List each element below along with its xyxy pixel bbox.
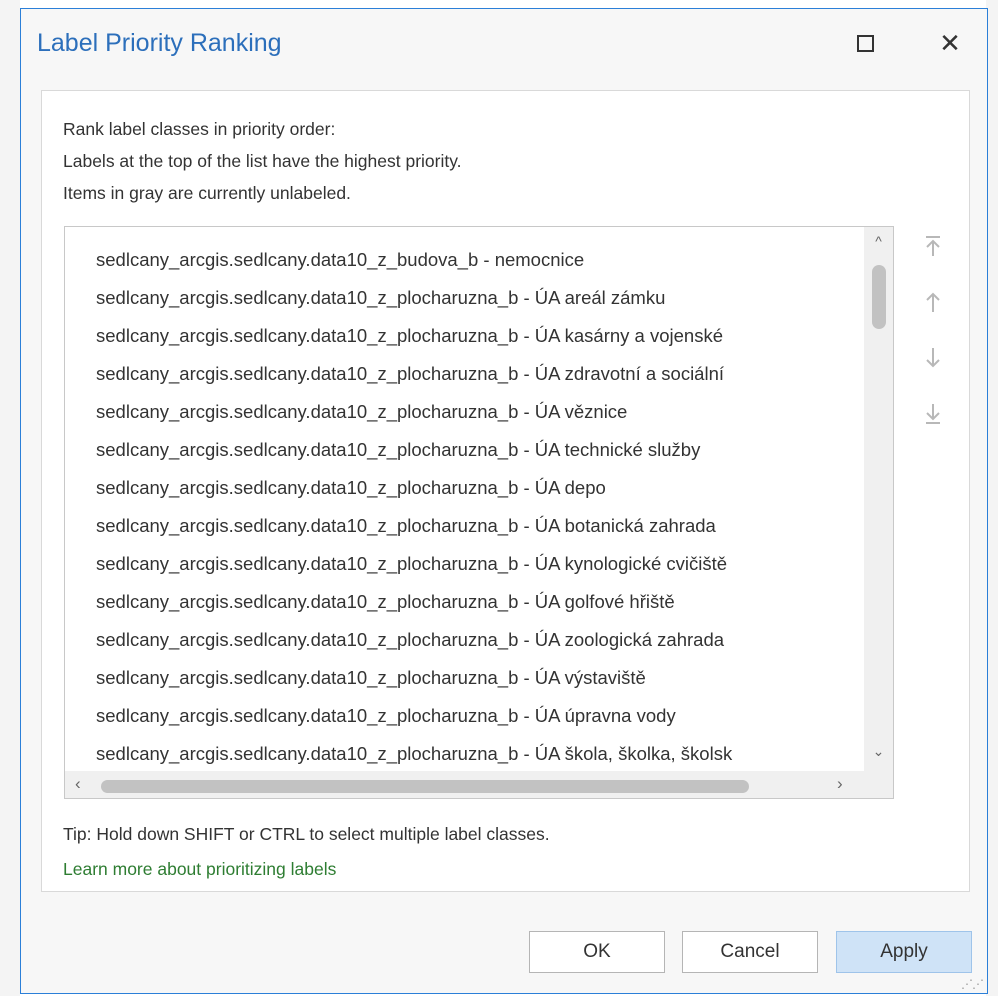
list-item[interactable]: sedlcany_arcgis.sedlcany.data10_z_plocha… xyxy=(96,469,606,507)
vertical-scrollbar[interactable]: ^ ⌄ xyxy=(864,227,893,771)
cancel-button[interactable]: Cancel xyxy=(682,931,818,973)
move-to-top-icon xyxy=(926,236,940,256)
list-item[interactable]: sedlcany_arcgis.sedlcany.data10_z_plocha… xyxy=(96,317,723,355)
list-item[interactable]: sedlcany_arcgis.sedlcany.data10_z_plocha… xyxy=(96,355,724,393)
move-to-bottom-button[interactable] xyxy=(918,399,948,429)
move-to-bottom-icon xyxy=(926,404,940,424)
resize-grip-icon[interactable]: ⋰⋰ xyxy=(961,977,984,991)
maximize-button[interactable] xyxy=(843,21,887,65)
move-down-icon xyxy=(926,348,940,368)
list-item[interactable]: sedlcany_arcgis.sedlcany.data10_z_plocha… xyxy=(96,393,627,431)
vertical-scroll-thumb[interactable] xyxy=(872,265,886,329)
list-item[interactable]: sedlcany_arcgis.sedlcany.data10_z_plocha… xyxy=(96,507,716,545)
instruction-line-1: Rank label classes in priority order: xyxy=(63,119,336,139)
list-item[interactable]: sedlcany_arcgis.sedlcany.data10_z_plocha… xyxy=(96,431,700,469)
scroll-right-icon[interactable]: › xyxy=(837,774,843,794)
close-icon: ✕ xyxy=(939,28,961,58)
label-priority-dialog: Label Priority Ranking ✕ Rank label clas… xyxy=(20,8,988,994)
scroll-down-icon[interactable]: ⌄ xyxy=(864,743,893,760)
dialog-titlebar[interactable]: Label Priority Ranking ✕ xyxy=(21,9,987,79)
move-up-button[interactable] xyxy=(918,287,948,317)
list-item[interactable]: sedlcany_arcgis.sedlcany.data10_z_plocha… xyxy=(96,279,665,317)
scroll-left-icon[interactable]: ‹ xyxy=(75,774,81,794)
list-item[interactable]: sedlcany_arcgis.sedlcany.data10_z_plocha… xyxy=(96,697,676,735)
list-item[interactable]: sedlcany_arcgis.sedlcany.data10_z_plocha… xyxy=(96,621,724,659)
learn-more-link[interactable]: Learn more about prioritizing labels xyxy=(63,859,336,880)
label-class-list[interactable]: sedlcany_arcgis.sedlcany.data10_z_budova… xyxy=(64,226,894,799)
list-item[interactable]: sedlcany_arcgis.sedlcany.data10_z_budova… xyxy=(96,241,584,279)
list-item[interactable]: sedlcany_arcgis.sedlcany.data10_z_plocha… xyxy=(96,545,727,583)
list-item[interactable]: sedlcany_arcgis.sedlcany.data10_z_plocha… xyxy=(96,583,675,621)
horizontal-scrollbar[interactable]: ‹ › xyxy=(65,771,893,798)
move-down-button[interactable] xyxy=(918,343,948,373)
list-items-viewport: sedlcany_arcgis.sedlcany.data10_z_budova… xyxy=(65,227,863,771)
dialog-title: Label Priority Ranking xyxy=(37,29,282,57)
move-up-icon xyxy=(926,292,940,312)
horizontal-scroll-thumb[interactable] xyxy=(101,780,749,793)
ok-button[interactable]: OK xyxy=(529,931,665,973)
instruction-line-2: Labels at the top of the list have the h… xyxy=(63,151,462,171)
apply-button[interactable]: Apply xyxy=(836,931,972,973)
list-item[interactable]: sedlcany_arcgis.sedlcany.data10_z_plocha… xyxy=(96,659,646,697)
list-item[interactable]: sedlcany_arcgis.sedlcany.data10_z_plocha… xyxy=(96,735,732,771)
scroll-up-icon[interactable]: ^ xyxy=(864,233,893,249)
tip-text: Tip: Hold down SHIFT or CTRL to select m… xyxy=(63,824,550,844)
background-app-left xyxy=(0,0,20,996)
maximize-icon xyxy=(856,34,874,52)
instruction-line-3: Items in gray are currently unlabeled. xyxy=(63,183,351,203)
content-panel: Rank label classes in priority order: La… xyxy=(41,90,970,892)
move-to-top-button[interactable] xyxy=(918,231,948,261)
close-button[interactable]: ✕ xyxy=(928,21,972,65)
